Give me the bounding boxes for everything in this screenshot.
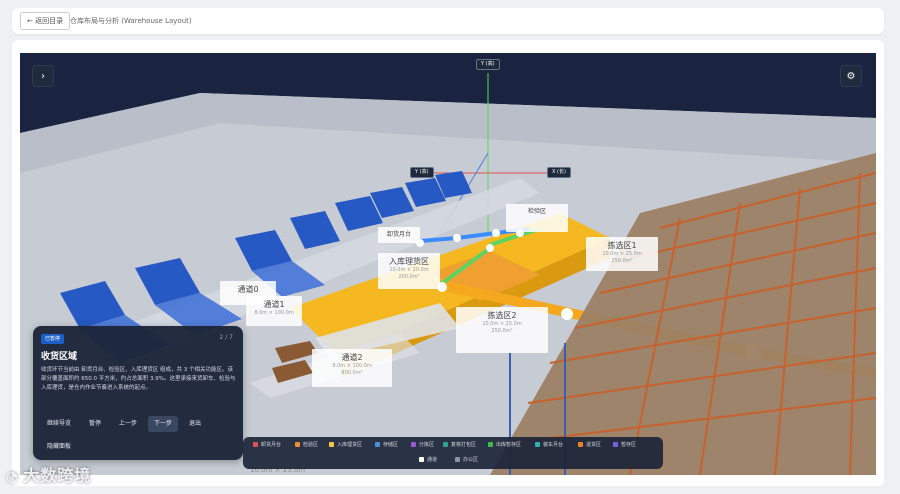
zone-label-inbound-staging: 入库理货区 10.0m × 20.0m 200.0m²	[378, 253, 440, 289]
legend-item[interactable]: 通道	[419, 456, 437, 464]
previous-step-button[interactable]: 上一步	[113, 416, 143, 432]
legend-swatch	[253, 441, 258, 447]
legend-swatch	[295, 441, 300, 447]
legend-item[interactable]: 办公区	[455, 456, 478, 464]
settings-gear-icon[interactable]: ⚙	[840, 65, 862, 87]
zone-label-picking-2: 拣选区2 10.0m × 25.0m 250.0m²	[456, 307, 548, 353]
zone-label-aisle1: 通道1 8.0m × 100.0m	[246, 296, 302, 326]
zone-label-picking-1: 拣选区1 10.0m × 25.0m 250.0m²	[586, 237, 658, 271]
legend-swatch	[411, 441, 416, 447]
toggle-sidebar-button[interactable]: ›	[32, 65, 54, 87]
zone-label-unloading-dock: 卸货月台	[378, 227, 420, 243]
legend-swatch	[419, 456, 424, 462]
legend-swatch	[329, 441, 334, 447]
legend-swatch	[443, 441, 448, 447]
legend-item[interactable]: 卸货月台	[253, 441, 281, 449]
legend-item[interactable]: 暂存区	[613, 441, 636, 449]
next-step-button[interactable]: 下一步	[148, 416, 179, 432]
legend-swatch	[488, 441, 493, 447]
legend-item[interactable]: 复核打包区	[443, 441, 476, 449]
top-bar: ← 返回目录 仓库布局与分析 (Warehouse Layout)	[12, 8, 884, 34]
tour-status-badge: 已暂停	[41, 334, 65, 344]
axis-label-top: Y (高)	[476, 59, 500, 70]
hide-panel-button[interactable]: 隐藏面板	[47, 441, 71, 450]
zone-label-inspection: 检验区	[506, 204, 568, 232]
legend-swatch	[455, 456, 460, 462]
path-node	[453, 234, 461, 242]
tour-step-title: 收货区域	[41, 352, 78, 362]
tour-step-description: 收货环节当前由 卸货月台、检验区、入库理货区 组成，共 3 个相关功能区。该部分…	[41, 367, 236, 391]
path-node	[561, 308, 573, 320]
legend-item[interactable]: 装车月台	[535, 441, 563, 449]
axis-label-x: X (长)	[547, 167, 571, 178]
continue-tour-button[interactable]: 继续导览	[41, 416, 77, 432]
legend-swatch	[375, 441, 380, 447]
zone-label-aisle2: 通道2 8.0m × 100.0m 800.0m²	[312, 349, 392, 387]
path-node	[492, 229, 500, 237]
legend-item[interactable]: 存储区	[375, 441, 398, 449]
page-title: 仓库布局与分析 (Warehouse Layout)	[70, 17, 192, 25]
legend-swatch	[578, 441, 583, 447]
guided-tour-panel: 已暂停 2 / 7 收货区域 收货环节当前由 卸货月台、检验区、入库理货区 组成…	[33, 326, 243, 460]
legend-swatch	[613, 441, 618, 447]
path-node	[486, 244, 494, 252]
tour-step-counter: 2 / 7	[219, 334, 233, 341]
legend-swatch	[535, 441, 540, 447]
legend-item[interactable]: 分拣区	[411, 441, 434, 449]
zone-legend: 卸货月台 检验区 入库理货区 存储区 分拣区 复核打包区 出库暂存区 装车月台 …	[243, 437, 663, 469]
watermark-logo: ◔ 大数跨境	[6, 466, 92, 485]
watermark-icon: ◔	[6, 469, 20, 485]
legend-item[interactable]: 退货区	[578, 441, 601, 449]
pause-button[interactable]: 暂停	[83, 416, 107, 432]
legend-item[interactable]: 入库理货区	[329, 441, 362, 449]
back-to-catalog-button[interactable]: ← 返回目录	[20, 12, 71, 30]
legend-item[interactable]: 出库暂存区	[488, 441, 521, 449]
exit-tour-button[interactable]: 退出	[183, 416, 207, 432]
axis-label-y: Y (高)	[410, 167, 434, 178]
legend-item[interactable]: 检验区	[295, 441, 318, 449]
